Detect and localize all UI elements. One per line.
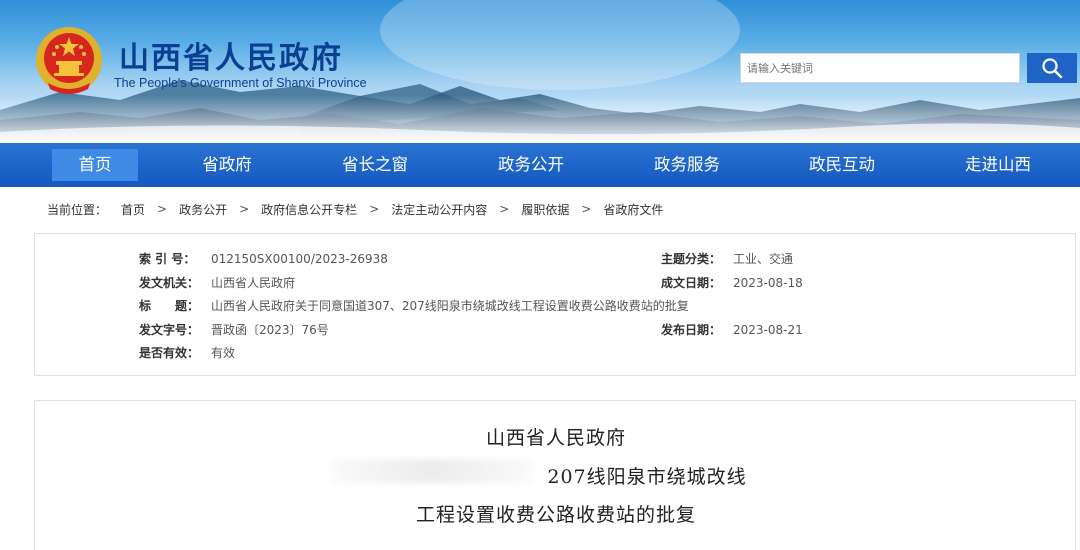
- breadcrumb-item-statutory[interactable]: 法定主动公开内容: [391, 201, 487, 218]
- document-body: 山西省人民政府 207线阳泉市绕城改线 工程设置收费公路收费站的批复: [34, 400, 1076, 550]
- meta-created: 成文日期： 2023-08-18: [661, 274, 803, 291]
- search-input[interactable]: [740, 53, 1020, 83]
- nav-item-provincial-government[interactable]: 省政府: [184, 149, 270, 181]
- breadcrumb-item-affairs[interactable]: 政务公开: [179, 201, 227, 218]
- breadcrumb-item-basis[interactable]: 履职依据: [521, 201, 569, 218]
- meta-created-label: 成文日期：: [661, 276, 722, 290]
- meta-topic-value: 工业、交通: [733, 252, 794, 266]
- breadcrumb-item-home[interactable]: 首页: [121, 201, 145, 218]
- meta-docno-value: 晋政函〔2023〕76号: [211, 323, 329, 337]
- main-nav: 首页 省政府 省长之窗 政务公开 政务服务 政民互动 走进山西: [0, 143, 1080, 187]
- breadcrumb-separator: >: [499, 202, 510, 216]
- search-icon: [1042, 58, 1063, 79]
- document-metadata-panel: 索 引 号： 012150SX00100/2023-26938 主题分类： 工业、交…: [34, 233, 1076, 376]
- site-subtitle: The People's Government of Shanxi Provin…: [114, 76, 367, 90]
- meta-issuer-value: 山西省人民政府: [211, 276, 296, 290]
- meta-docno-label: 发文字号：: [139, 323, 200, 337]
- breadcrumb: 当前位置： 首页 > 政务公开 > 政府信息公开专栏 > 法定主动公开内容 > …: [47, 199, 663, 219]
- breadcrumb-separator: >: [581, 202, 592, 216]
- meta-issuer-label: 发文机关：: [139, 276, 200, 290]
- nav-item-public-interaction[interactable]: 政民互动: [797, 149, 887, 181]
- meta-validity: 是否有效： 有效: [139, 344, 235, 361]
- meta-valid-value: 有效: [211, 346, 236, 360]
- nav-item-about-shanxi[interactable]: 走进山西: [953, 149, 1043, 181]
- meta-index: 索 引 号： 012150SX00100/2023-26938: [139, 250, 388, 267]
- breadcrumb-item-info-column[interactable]: 政府信息公开专栏: [261, 201, 357, 218]
- document-title-line-2: 工程设置收费公路收费站的批复: [415, 504, 696, 526]
- breadcrumb-lead: 当前位置：: [47, 202, 108, 217]
- nav-item-home[interactable]: 首页: [52, 149, 138, 181]
- breadcrumb-separator: >: [239, 202, 250, 216]
- meta-title: 标 题： 山西省人民政府关于同意国道307、207线阳泉市绕城改线工程设置收费公路…: [139, 297, 689, 314]
- meta-topic: 主题分类： 工业、交通: [661, 250, 793, 267]
- meta-valid-label: 是否有效：: [139, 346, 200, 360]
- national-emblem-icon: [36, 27, 102, 94]
- nav-item-governor-window[interactable]: 省长之窗: [330, 149, 420, 181]
- breadcrumb-item-documents[interactable]: 省政府文件: [603, 201, 663, 218]
- meta-title-value: 山西省人民政府关于同意国道307、207线阳泉市绕城改线工程设置收费公路收费站的…: [211, 299, 689, 313]
- meta-topic-label: 主题分类：: [661, 252, 722, 266]
- search-button[interactable]: [1027, 53, 1077, 83]
- document-title-line-1: 207线阳泉市绕城改线: [547, 466, 747, 488]
- nav-item-government-affairs[interactable]: 政务公开: [486, 149, 576, 181]
- meta-published: 发布日期： 2023-08-21: [661, 321, 803, 338]
- site-title: 山西省人民政府: [119, 41, 343, 76]
- meta-published-label: 发布日期：: [661, 323, 722, 337]
- meta-index-value: 012150SX00100/2023-26938: [211, 252, 388, 266]
- meta-document-number: 发文字号： 晋政函〔2023〕76号: [139, 321, 329, 338]
- nav-item-government-services[interactable]: 政务服务: [642, 149, 732, 181]
- header-banner: 山西省人民政府 The People's Government of Shanx…: [0, 0, 1080, 143]
- breadcrumb-separator: >: [157, 202, 168, 216]
- meta-created-value: 2023-08-18: [733, 276, 803, 290]
- breadcrumb-separator: >: [369, 202, 380, 216]
- meta-title-label: 标 题：: [139, 299, 200, 313]
- meta-published-value: 2023-08-21: [733, 323, 803, 337]
- meta-index-label: 索 引 号：: [139, 252, 196, 266]
- document-issuer-heading: 山西省人民政府: [485, 427, 626, 449]
- meta-issuer: 发文机关： 山西省人民政府: [139, 274, 295, 291]
